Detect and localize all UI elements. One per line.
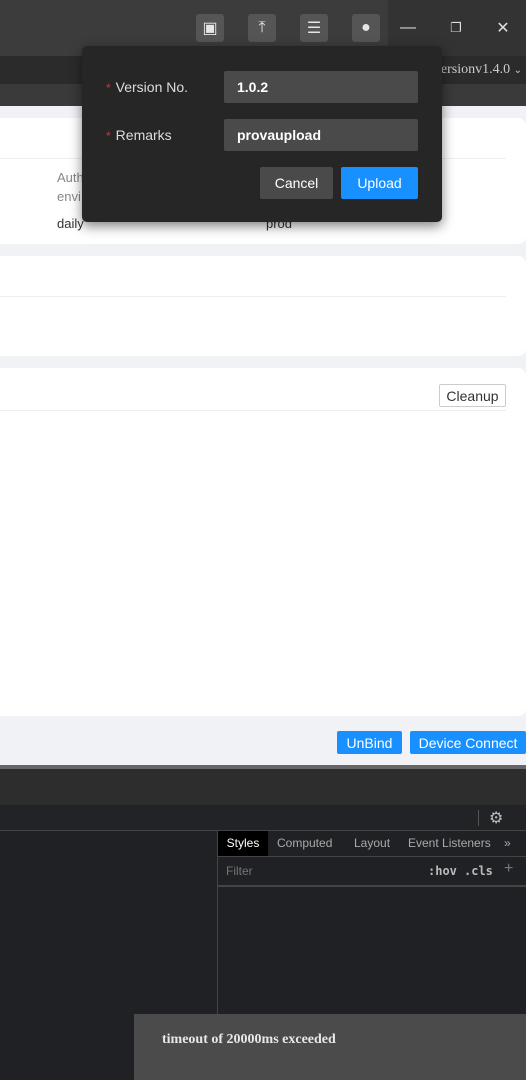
add-rule-icon[interactable]: + bbox=[504, 860, 513, 878]
restore-button[interactable]: ❐ bbox=[441, 14, 471, 42]
hov-toggle[interactable]: :hov bbox=[428, 864, 457, 878]
divider bbox=[0, 410, 506, 411]
list-icon[interactable]: ☰ bbox=[300, 14, 328, 42]
version-label: * Version No. bbox=[106, 79, 189, 95]
toolbar-separator bbox=[478, 810, 479, 826]
upload-dialog: *Version No. *Remarks Cancel Upload bbox=[82, 46, 442, 222]
upload-button[interactable]: Upload bbox=[341, 167, 418, 199]
unbind-button[interactable]: UnBind bbox=[337, 731, 402, 754]
version-select[interactable]: versionv1.4.0 ⌄ bbox=[434, 62, 522, 78]
toast-message: timeout of 20000ms exceeded bbox=[162, 1032, 336, 1047]
tab-styles[interactable]: Styles bbox=[218, 831, 268, 856]
tab-event-listeners[interactable]: Event Listeners bbox=[408, 831, 491, 856]
tab-layout[interactable]: Layout bbox=[354, 831, 390, 856]
device-connect-button[interactable]: Device Connect bbox=[410, 731, 526, 754]
env-value: daily bbox=[57, 216, 84, 231]
col-subheader: envi bbox=[57, 189, 81, 204]
divider bbox=[218, 856, 526, 857]
minimize-button[interactable]: — bbox=[393, 14, 423, 42]
devtools-toolbar bbox=[0, 805, 526, 831]
tab-computed[interactable]: Computed bbox=[277, 831, 332, 856]
cls-toggle[interactable]: .cls bbox=[464, 864, 493, 878]
more-tabs-icon[interactable]: » bbox=[504, 831, 511, 856]
user-icon[interactable]: ● bbox=[352, 14, 380, 42]
cleanup-button[interactable]: Cleanup bbox=[439, 384, 506, 407]
chevron-down-icon: ⌄ bbox=[513, 65, 522, 76]
styles-filter-input[interactable] bbox=[221, 860, 417, 882]
col-header: Auth bbox=[57, 170, 84, 185]
log-card bbox=[0, 368, 526, 716]
upload-icon[interactable]: ⤒ bbox=[248, 14, 276, 42]
version-input[interactable] bbox=[224, 71, 418, 103]
error-toast: timeout of 20000ms exceeded bbox=[134, 1014, 526, 1080]
gear-icon[interactable]: ⚙ bbox=[489, 808, 503, 827]
devtools-header bbox=[0, 769, 526, 805]
remarks-label-text: Remarks bbox=[115, 127, 172, 143]
remarks-input[interactable] bbox=[224, 119, 418, 151]
version-value: versionv1.4.0 bbox=[433, 62, 511, 77]
screen-code-icon[interactable]: ▣ bbox=[196, 14, 224, 42]
version-label-text: Version No. bbox=[115, 79, 189, 95]
divider bbox=[218, 885, 526, 887]
remarks-label: * Remarks bbox=[106, 127, 172, 143]
card-2 bbox=[0, 256, 526, 356]
cancel-button[interactable]: Cancel bbox=[260, 167, 333, 199]
divider bbox=[0, 296, 506, 297]
close-button[interactable]: ✕ bbox=[488, 14, 518, 42]
